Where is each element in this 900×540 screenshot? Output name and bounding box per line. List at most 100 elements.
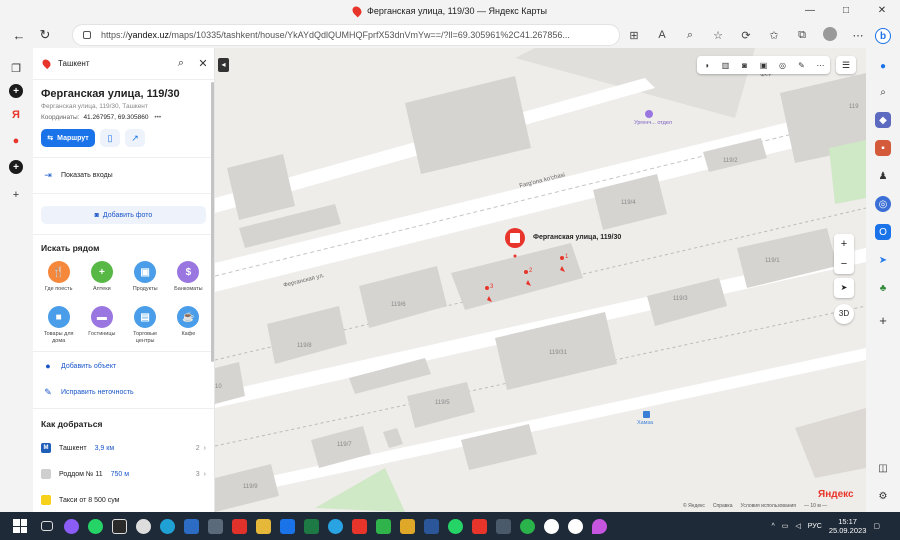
- collections-icon[interactable]: ⧉: [788, 29, 816, 42]
- word-icon[interactable]: [419, 512, 443, 540]
- favorite-star-icon[interactable]: ☆: [704, 29, 732, 42]
- map-canvas[interactable]: Ферганская улица, 119/30 1 2 3 Farg'ona …: [215, 48, 866, 512]
- traffic-icon[interactable]: ◎: [773, 61, 792, 70]
- route-button[interactable]: ⇆ Маршрут: [41, 129, 95, 147]
- start-button[interactable]: [13, 519, 27, 533]
- yandex-browser-icon[interactable]: [563, 512, 587, 540]
- show-entrances-link[interactable]: ⇥ Показать входы: [33, 158, 214, 181]
- geolocation-button[interactable]: ➤: [834, 278, 854, 298]
- refresh-icon[interactable]: ↻: [32, 27, 58, 43]
- transport-icon[interactable]: ▣: [754, 61, 773, 70]
- bookmark-button[interactable]: ▯: [100, 129, 120, 147]
- coords-more-icon[interactable]: •••: [154, 114, 161, 121]
- route-row[interactable]: M Ташкент 3,9 км 2 ›: [33, 435, 214, 461]
- outlook-icon[interactable]: O: [875, 224, 891, 240]
- panorama-icon[interactable]: ▥: [716, 61, 735, 70]
- search-icon[interactable]: ⌕: [170, 57, 192, 70]
- ruler-icon[interactable]: ✎: [792, 61, 811, 70]
- photos-icon[interactable]: [491, 512, 515, 540]
- tabs-icon[interactable]: ❐: [9, 61, 23, 75]
- plus-icon[interactable]: +: [9, 188, 23, 202]
- volume-icon[interactable]: ◁: [795, 522, 800, 530]
- route-row[interactable]: Роддом № 11 750 м 3 ›: [33, 461, 214, 487]
- close-icon[interactable]: ✕: [192, 57, 214, 70]
- gear-icon[interactable]: ⚙: [875, 488, 891, 504]
- apps-icon[interactable]: ⊞: [620, 29, 648, 42]
- poi-icon[interactable]: [645, 110, 653, 118]
- search-icon[interactable]: ⌕: [875, 84, 891, 100]
- tree-icon[interactable]: ♣: [875, 280, 891, 296]
- phone-icon[interactable]: [371, 512, 395, 540]
- pdf-icon[interactable]: [227, 512, 251, 540]
- split-view-icon[interactable]: ◫: [875, 460, 891, 476]
- whatsapp-icon-2[interactable]: [443, 512, 467, 540]
- entrance-dot-2[interactable]: [524, 270, 528, 274]
- settings-gear-icon[interactable]: ◎: [875, 196, 891, 212]
- 3d-button[interactable]: 3D: [834, 304, 854, 324]
- education-icon[interactable]: [251, 512, 275, 540]
- whatsapp-icon[interactable]: [83, 512, 107, 540]
- telegram-icon[interactable]: [323, 512, 347, 540]
- defender-icon[interactable]: [179, 512, 203, 540]
- nearby-category[interactable]: ■ Товары для дома: [37, 306, 80, 345]
- add-tab-icon[interactable]: +: [9, 84, 23, 98]
- back-arrow-icon[interactable]: ←: [6, 28, 32, 43]
- network-icon[interactable]: ▭: [782, 522, 789, 530]
- layers-icon[interactable]: ◑: [697, 61, 716, 70]
- language-indicator[interactable]: РУС: [808, 523, 822, 530]
- nearby-category[interactable]: ▤ Торговые центры: [124, 306, 167, 345]
- panel-scrollbar[interactable]: [211, 82, 214, 362]
- briefcase-icon[interactable]: ▪: [875, 140, 891, 156]
- nearby-category[interactable]: ▬ Гостиницы: [80, 306, 123, 345]
- tag-icon[interactable]: ◆: [875, 112, 891, 128]
- calculator-icon[interactable]: [203, 512, 227, 540]
- profile-avatar[interactable]: [816, 26, 844, 44]
- refresh-pane-icon[interactable]: ⟳: [732, 29, 760, 42]
- entrance-dot-3[interactable]: [485, 286, 489, 290]
- entrance-dot-1[interactable]: [560, 256, 564, 260]
- marker-label[interactable]: Ферганская улица, 119/30: [533, 234, 621, 241]
- nearby-category[interactable]: ☕ Кафе: [167, 306, 210, 345]
- notifications-icon[interactable]: ▢: [873, 522, 880, 530]
- add-sidebar-icon[interactable]: +: [875, 312, 891, 328]
- task-view-icon[interactable]: [35, 512, 59, 540]
- yandex-icon[interactable]: [347, 512, 371, 540]
- bell-icon[interactable]: ●: [875, 58, 891, 74]
- terms-link[interactable]: Условия использования: [741, 503, 797, 509]
- mail-icon[interactable]: [275, 512, 299, 540]
- add-photo-button[interactable]: ◙ Добавить фото: [41, 206, 206, 224]
- alice-icon[interactable]: [59, 512, 83, 540]
- address-bar[interactable]: https://yandex.uz/maps/10335/tashkent/ho…: [72, 24, 620, 46]
- share-button[interactable]: ↗: [125, 129, 145, 147]
- drop-app-icon[interactable]: [587, 512, 611, 540]
- favorites-icon[interactable]: ✩: [760, 29, 788, 42]
- chess-icon[interactable]: ♟: [875, 168, 891, 184]
- nearby-category[interactable]: + Аптеки: [80, 261, 123, 300]
- route-row[interactable]: Такси от 8 500 сум: [33, 487, 214, 512]
- add-object-link[interactable]: ● Добавить объект: [33, 352, 214, 371]
- more-dots-icon[interactable]: ⋯: [811, 61, 830, 70]
- read-aloud-icon[interactable]: A: [648, 29, 676, 41]
- map-menu-button[interactable]: ☰: [836, 56, 856, 74]
- clock[interactable]: 15:17 25.09.2023: [829, 517, 867, 536]
- search-input[interactable]: Ташкент: [58, 59, 170, 68]
- bus-stop-icon[interactable]: [643, 411, 650, 418]
- nearby-category[interactable]: $ Банкоматы: [167, 261, 210, 300]
- tray-chevron-icon[interactable]: ^: [771, 523, 774, 530]
- zoom-in-button[interactable]: +: [834, 234, 854, 254]
- anydesk-icon[interactable]: [467, 512, 491, 540]
- close-button[interactable]: ✕: [864, 0, 900, 22]
- calculator-app-icon[interactable]: [107, 512, 131, 540]
- coords-value[interactable]: 41.267957, 69.305860: [83, 114, 148, 121]
- excel-icon[interactable]: [299, 512, 323, 540]
- settings-app-icon[interactable]: [131, 512, 155, 540]
- maps-pin-icon[interactable]: ●: [9, 134, 23, 148]
- green-app-icon[interactable]: [515, 512, 539, 540]
- send-icon[interactable]: ➤: [875, 252, 891, 268]
- camera-icon[interactable]: ◙: [735, 61, 754, 70]
- collapse-panel-button[interactable]: ◂: [218, 58, 229, 72]
- edge-app-icon[interactable]: [155, 512, 179, 540]
- files-icon[interactable]: [395, 512, 419, 540]
- help-link[interactable]: Справка: [713, 503, 733, 509]
- maximize-button[interactable]: □: [828, 0, 864, 22]
